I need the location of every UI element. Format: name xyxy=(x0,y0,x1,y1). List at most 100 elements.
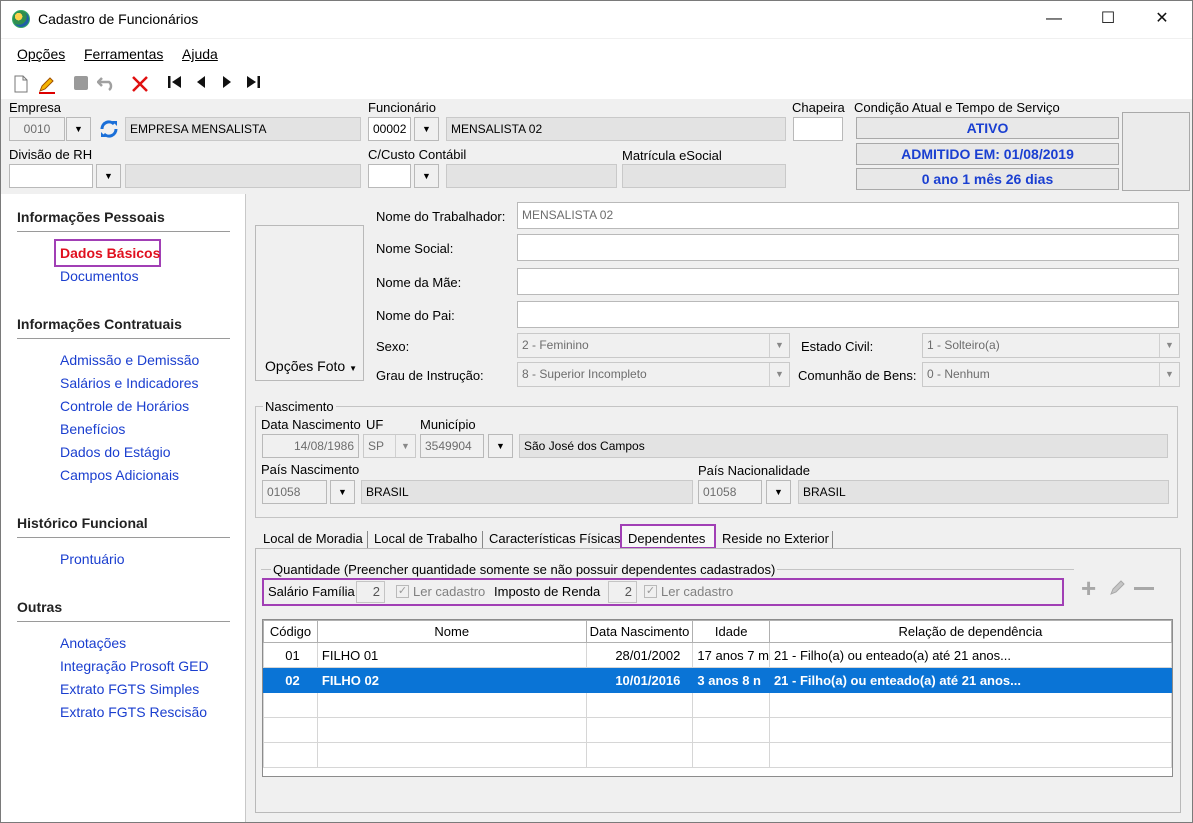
funcionario-dropdown-button[interactable]: ▼ xyxy=(414,117,439,141)
uf-label: UF xyxy=(366,417,384,432)
sidebar-item-documentos[interactable]: Documentos xyxy=(60,268,139,284)
sidebar-item-beneficios[interactable]: Benefícios xyxy=(60,421,125,437)
ler-cadastro-checkbox-2[interactable]: ✓ xyxy=(644,585,657,598)
sidebar-item-anotacoes[interactable]: Anotações xyxy=(60,635,126,651)
status-badge: ATIVO xyxy=(856,117,1119,139)
grau-label: Grau de Instrução: xyxy=(376,368,484,383)
menu-ajuda[interactable]: Ajuda xyxy=(182,46,218,62)
comunhao-label: Comunhão de Bens: xyxy=(798,368,917,383)
nome-social-field[interactable] xyxy=(517,234,1179,261)
pais-nacionalidade-code-field[interactable]: 01058 xyxy=(698,480,762,504)
sidebar-item-prontuario[interactable]: Prontuário xyxy=(60,551,125,567)
menu-ajuda-label: Ajuda xyxy=(182,46,218,62)
sidebar-item-fgts-simples[interactable]: Extrato FGTS Simples xyxy=(60,681,199,697)
undo-icon[interactable] xyxy=(96,75,117,95)
sidebar-item-prosoft-ged[interactable]: Integração Prosoft GED xyxy=(60,658,209,674)
sidebar-item-admissao[interactable]: Admissão e Demissão xyxy=(60,352,199,368)
menu-ferramentas[interactable]: Ferramentas xyxy=(84,46,163,62)
column-header-data[interactable]: Data Nascimento xyxy=(585,620,694,643)
imposto-renda-label: Imposto de Renda xyxy=(494,584,601,599)
pais-nascimento-code-field[interactable]: 01058 xyxy=(262,480,327,504)
sidebar-item-dados-basicos[interactable]: Dados Básicos xyxy=(60,245,160,261)
empresa-name-field: EMPRESA MENSALISTA xyxy=(125,117,361,141)
refresh-icon[interactable] xyxy=(98,119,120,139)
data-nascimento-label: Data Nascimento xyxy=(261,417,361,432)
uf-select[interactable]: SP ▼ xyxy=(363,434,416,458)
remove-icon[interactable] xyxy=(1134,587,1154,590)
chapeira-label: Chapeira xyxy=(792,100,845,115)
maximize-button[interactable]: ☐ xyxy=(1085,1,1131,37)
empresa-dropdown-button[interactable]: ▼ xyxy=(66,117,91,141)
cell-data: 10/01/2016 xyxy=(585,667,694,693)
edit-dependent-icon[interactable] xyxy=(1108,578,1128,598)
table-row-empty[interactable] xyxy=(263,692,1173,718)
salario-familia-qty[interactable]: 2 xyxy=(356,581,385,603)
menu-opcoes[interactable]: Opções xyxy=(17,46,65,62)
pais-nascimento-dropdown-button[interactable]: ▼ xyxy=(330,480,355,504)
funcionario-label: Funcionário xyxy=(368,100,436,115)
sidebar-item-campos-adicionais[interactable]: Campos Adicionais xyxy=(60,467,179,483)
chevron-down-icon: ▼ xyxy=(769,363,789,386)
stop-icon[interactable] xyxy=(71,75,91,95)
previous-record-icon[interactable] xyxy=(191,75,211,95)
divisao-dropdown-button[interactable]: ▼ xyxy=(96,164,121,188)
sidebar-item-fgts-rescisao[interactable]: Extrato FGTS Rescisão xyxy=(60,704,207,720)
chevron-down-icon: ▼ xyxy=(1159,334,1179,357)
table-row-empty[interactable] xyxy=(263,742,1173,768)
sidebar-item-horarios[interactable]: Controle de Horários xyxy=(60,398,189,414)
grau-select[interactable]: 8 - Superior Incompleto ▼ xyxy=(517,362,790,387)
divider xyxy=(17,537,230,538)
menu-ferramentas-label: Ferramentas xyxy=(84,46,164,62)
comunhao-select[interactable]: 0 - Nenhum ▼ xyxy=(922,362,1180,387)
table-row[interactable]: 01 FILHO 01 28/01/2002 17 anos 7 m 21 - … xyxy=(263,642,1173,668)
nome-trabalhador-field[interactable]: MENSALISTA 02 xyxy=(517,202,1179,229)
table-row-empty[interactable] xyxy=(263,717,1173,743)
sidebar-item-estagio[interactable]: Dados do Estágio xyxy=(60,444,171,460)
cell-nome: FILHO 02 xyxy=(316,667,587,693)
municipio-dropdown-button[interactable]: ▼ xyxy=(488,434,513,458)
cell-codigo: 01 xyxy=(263,642,318,668)
municipio-label: Município xyxy=(420,417,476,432)
estado-civil-label: Estado Civil: xyxy=(801,339,874,354)
nome-pai-field[interactable] xyxy=(517,301,1179,328)
ccusto-dropdown-button[interactable]: ▼ xyxy=(414,164,439,188)
sidebar-item-salarios[interactable]: Salários e Indicadores xyxy=(60,375,199,391)
column-header-relacao[interactable]: Relação de dependência xyxy=(768,620,1173,643)
divisao-field[interactable] xyxy=(9,164,93,188)
toolbar xyxy=(1,69,1192,99)
last-record-icon[interactable] xyxy=(243,75,263,95)
ccusto-field[interactable] xyxy=(368,164,411,188)
edit-icon[interactable] xyxy=(37,75,57,95)
sidebar-section-title: Histórico Funcional xyxy=(17,515,148,531)
ler-cadastro-checkbox-1[interactable]: ✓ xyxy=(396,585,409,598)
sexo-value: 2 - Feminino xyxy=(522,338,589,352)
quantidade-group-label: Quantidade (Preencher quantidade somente… xyxy=(271,562,778,577)
nome-mae-field[interactable] xyxy=(517,268,1179,295)
dependentes-table: Código Nome Data Nascimento Idade Relaçã… xyxy=(263,620,1173,768)
sexo-select[interactable]: 2 - Feminino ▼ xyxy=(517,333,790,358)
minimize-button[interactable]: — xyxy=(1031,1,1077,37)
funcionario-code-field[interactable]: 00002 xyxy=(368,117,411,141)
pais-nacionalidade-dropdown-button[interactable]: ▼ xyxy=(766,480,791,504)
column-header-codigo[interactable]: Código xyxy=(263,620,318,643)
municipio-code-field[interactable]: 3549904 xyxy=(420,434,484,458)
imposto-renda-qty[interactable]: 2 xyxy=(608,581,637,603)
menu-opcoes-label: Opções xyxy=(17,46,66,62)
close-button[interactable]: ✕ xyxy=(1139,1,1185,37)
new-document-icon[interactable] xyxy=(11,75,31,95)
empresa-code-field[interactable]: 0010 xyxy=(9,117,65,141)
column-header-idade[interactable]: Idade xyxy=(692,620,770,643)
chapeira-field[interactable] xyxy=(793,117,843,141)
estado-civil-value: 1 - Solteiro(a) xyxy=(927,338,1000,352)
municipio-name-field: São José dos Campos xyxy=(519,434,1168,458)
add-icon[interactable]: + xyxy=(1081,575,1103,601)
first-record-icon[interactable] xyxy=(165,75,185,95)
photo-options-button[interactable]: Opções Foto ▼ xyxy=(259,353,363,379)
estado-civil-select[interactable]: 1 - Solteiro(a) ▼ xyxy=(922,333,1180,358)
data-nascimento-field[interactable]: 14/08/1986 xyxy=(262,434,359,458)
table-row-selected[interactable]: 02 FILHO 02 10/01/2016 3 anos 8 n 21 - F… xyxy=(263,667,1173,693)
next-record-icon[interactable] xyxy=(217,75,237,95)
divisao-name-field xyxy=(125,164,361,188)
column-header-nome[interactable]: Nome xyxy=(316,620,587,643)
delete-icon[interactable] xyxy=(130,75,150,95)
